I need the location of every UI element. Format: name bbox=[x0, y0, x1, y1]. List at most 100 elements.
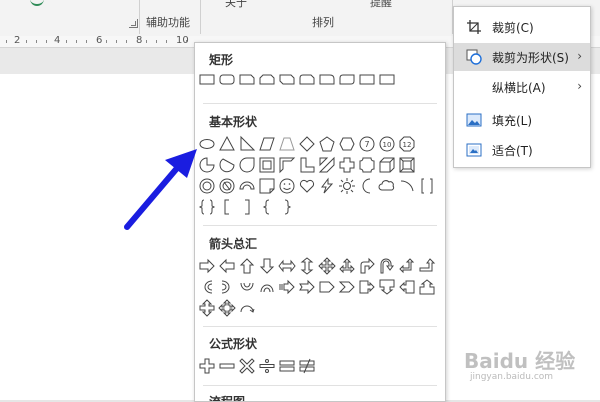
shape-cloud[interactable] bbox=[377, 176, 397, 196]
shape-left-right-up-arrow[interactable] bbox=[337, 256, 357, 276]
shape-down-arrow[interactable] bbox=[257, 256, 277, 276]
shape-left-brace[interactable] bbox=[257, 197, 277, 217]
menu-item-fit[interactable]: 适合(T) bbox=[454, 136, 590, 164]
shape-right-bracket[interactable] bbox=[237, 197, 257, 217]
shape-snip-two-corner-rectangle[interactable] bbox=[257, 69, 277, 89]
ruler-tick bbox=[186, 40, 187, 43]
shape-left-arrow[interactable] bbox=[217, 256, 237, 276]
ruler-number: 4 bbox=[54, 35, 61, 46]
shape-round-diagonal-rectangle[interactable] bbox=[337, 69, 357, 89]
shape-cross[interactable] bbox=[337, 155, 357, 175]
shape-double-brace[interactable] bbox=[197, 197, 217, 217]
section-title-flowchart: 流程图 bbox=[209, 395, 246, 402]
shape-double-bracket[interactable] bbox=[417, 176, 437, 196]
shape-pentagon[interactable] bbox=[317, 134, 337, 154]
shape-minus[interactable] bbox=[217, 356, 237, 376]
shape-snip-round-rectangle[interactable] bbox=[297, 69, 317, 89]
shape-right-brace[interactable] bbox=[277, 197, 297, 217]
shape-decagon[interactable]: 10 bbox=[377, 134, 397, 154]
shape-teardrop[interactable] bbox=[237, 155, 257, 175]
menu-item-aspect-ratio-label: 纵横比(A) bbox=[492, 81, 546, 95]
shape-heptagon[interactable]: 7 bbox=[357, 134, 377, 154]
shape-heart[interactable] bbox=[297, 176, 317, 196]
shape-hexagon[interactable] bbox=[337, 134, 357, 154]
shape-donut[interactable] bbox=[197, 176, 217, 196]
shape-left-bracket[interactable] bbox=[217, 197, 237, 217]
ribbon-cut-label-2[interactable]: 提醒 bbox=[370, 0, 392, 10]
shape-bevel[interactable] bbox=[397, 155, 417, 175]
shape-curved-left-arrow[interactable] bbox=[217, 277, 237, 297]
ribbon-green-icon[interactable] bbox=[30, 0, 44, 6]
shape-right-arrow[interactable] bbox=[197, 256, 217, 276]
shape-quad-arrow-callout[interactable] bbox=[217, 298, 237, 318]
shape-cube[interactable] bbox=[377, 155, 397, 175]
section-title-basic-shapes: 基本形状 bbox=[209, 115, 258, 129]
menu-item-aspect-ratio[interactable]: 纵横比(A) › bbox=[454, 73, 590, 101]
shape-oval[interactable] bbox=[197, 134, 217, 154]
shape-snip-diagonal-rectangle[interactable] bbox=[277, 69, 297, 89]
shape-curved-down-arrow[interactable] bbox=[257, 277, 277, 297]
shape-no-symbol[interactable] bbox=[217, 176, 237, 196]
shape-rectangle-2[interactable] bbox=[357, 69, 377, 89]
menu-item-crop[interactable]: 裁剪(C) bbox=[454, 13, 590, 41]
shape-bent-up-arrow[interactable] bbox=[417, 256, 437, 276]
shape-plaque[interactable] bbox=[357, 155, 377, 175]
shape-triangle[interactable] bbox=[217, 134, 237, 154]
shape-rectangle[interactable] bbox=[197, 69, 217, 89]
shape-curved-right-arrow[interactable] bbox=[197, 277, 217, 297]
shape-plus[interactable] bbox=[197, 356, 217, 376]
shape-division[interactable] bbox=[257, 356, 277, 376]
shape-parallelogram[interactable] bbox=[257, 134, 277, 154]
shape-chevron[interactable] bbox=[337, 277, 357, 297]
shape-right-arrow-callout[interactable] bbox=[357, 277, 377, 297]
shape-moon[interactable] bbox=[357, 176, 377, 196]
shape-rounded-rectangle[interactable] bbox=[217, 69, 237, 89]
shape-notched-right-arrow[interactable] bbox=[297, 277, 317, 297]
shape-pie[interactable] bbox=[197, 155, 217, 175]
shapes-row-rectangles bbox=[197, 69, 397, 89]
shapes-row-equation bbox=[197, 356, 317, 376]
shape-chord[interactable] bbox=[217, 155, 237, 175]
shape-bent-arrow[interactable] bbox=[357, 256, 377, 276]
shape-left-arrow-callout[interactable] bbox=[397, 277, 417, 297]
shape-left-up-arrow[interactable] bbox=[397, 256, 417, 276]
shape-equal[interactable] bbox=[277, 356, 297, 376]
shape-dodecagon[interactable]: 12 bbox=[397, 134, 417, 154]
shape-up-arrow-callout[interactable] bbox=[417, 277, 437, 297]
crop-context-menu: 裁剪(C) 裁剪为形状(S) › 纵横比(A) › 填充(L) 适合(T) bbox=[453, 6, 591, 168]
shape-snip-corner-rectangle[interactable] bbox=[237, 69, 257, 89]
shape-quad-arrow[interactable] bbox=[317, 256, 337, 276]
shape-circular-arrow[interactable] bbox=[237, 298, 257, 318]
shape-arc[interactable] bbox=[397, 176, 417, 196]
shape-folded-corner[interactable] bbox=[257, 176, 277, 196]
shape-frame[interactable] bbox=[257, 155, 277, 175]
shape-multiply[interactable] bbox=[237, 356, 257, 376]
menu-item-fill[interactable]: 填充(L) bbox=[454, 106, 590, 134]
shape-u-turn-arrow[interactable] bbox=[377, 256, 397, 276]
shape-right-triangle[interactable] bbox=[237, 134, 257, 154]
shape-striped-right-arrow[interactable] bbox=[277, 277, 297, 297]
shape-rectangle-3[interactable] bbox=[377, 69, 397, 89]
shape-smiley-face[interactable] bbox=[277, 176, 297, 196]
shape-pentagon-arrow[interactable] bbox=[317, 277, 337, 297]
shape-l-shape[interactable] bbox=[297, 155, 317, 175]
shape-block-arc[interactable] bbox=[237, 176, 257, 196]
shape-lightning-bolt[interactable] bbox=[317, 176, 337, 196]
shape-up-down-arrow-callout[interactable] bbox=[197, 298, 217, 318]
shape-curved-up-arrow[interactable] bbox=[237, 277, 257, 297]
shape-diagonal-stripe[interactable] bbox=[317, 155, 337, 175]
shape-sun[interactable] bbox=[337, 176, 357, 196]
ribbon-cut-label-1[interactable]: 关于 bbox=[225, 0, 247, 10]
shape-up-arrow[interactable] bbox=[237, 256, 257, 276]
shape-half-frame[interactable] bbox=[277, 155, 297, 175]
shape-up-down-arrow[interactable] bbox=[297, 256, 317, 276]
shape-left-right-arrow[interactable] bbox=[277, 256, 297, 276]
shape-diamond[interactable] bbox=[297, 134, 317, 154]
dialog-launcher-icon[interactable] bbox=[129, 19, 138, 28]
shape-not-equal[interactable] bbox=[297, 356, 317, 376]
shape-trapezoid[interactable] bbox=[277, 134, 297, 154]
shape-down-arrow-callout[interactable] bbox=[377, 277, 397, 297]
ruler-number: 8 bbox=[136, 35, 143, 46]
menu-item-crop-to-shape[interactable]: 裁剪为形状(S) › bbox=[454, 43, 590, 71]
shape-round-one-corner-rectangle[interactable] bbox=[317, 69, 337, 89]
